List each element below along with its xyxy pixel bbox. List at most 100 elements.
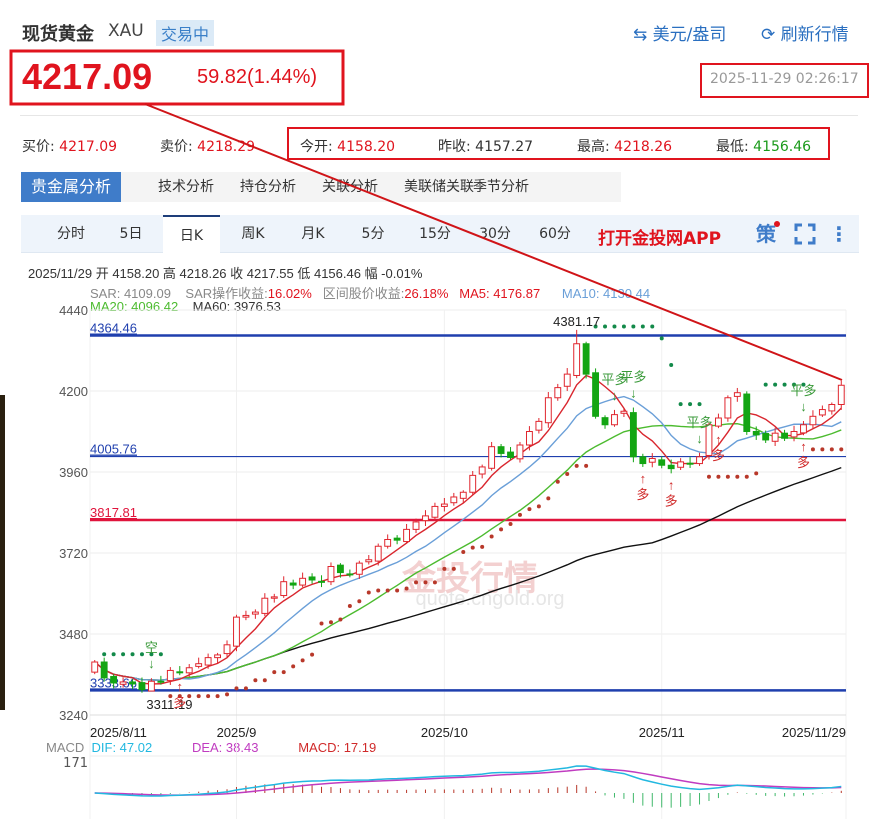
sar-dot — [338, 617, 343, 622]
sar-dot — [536, 504, 541, 509]
signal-arrow-down-icon: ↓ — [630, 386, 637, 401]
y-tick-label: 4200 — [59, 384, 88, 399]
candle — [147, 680, 155, 692]
candle — [138, 682, 146, 691]
candle — [790, 431, 798, 438]
candle — [818, 409, 826, 416]
sar-dot — [688, 402, 693, 407]
candle — [233, 616, 240, 647]
x-tick-label: 2025/10 — [421, 725, 468, 740]
sar-dot — [603, 324, 608, 329]
candle — [733, 392, 741, 397]
ma20-line — [94, 423, 842, 681]
candle — [336, 564, 344, 574]
candle — [516, 444, 524, 460]
candle — [450, 496, 458, 504]
candle — [648, 458, 656, 463]
sar-dot — [243, 686, 248, 691]
sar-dot — [357, 599, 362, 604]
sar-dot — [366, 590, 371, 595]
signal-label: 多 — [712, 448, 725, 463]
sar-dot — [310, 652, 315, 657]
sar-dot — [725, 474, 730, 479]
signal-label: 平多 — [620, 370, 646, 385]
sar-dot — [650, 324, 655, 329]
sar-dot — [839, 447, 844, 452]
price-chart[interactable]: 4440 4200 3960 3720 3480 32402025/8/11 2025/9 2… — [0, 0, 876, 819]
x-tick-label: 2025/11/29 — [782, 725, 846, 740]
level-label: 4364.46 — [90, 320, 137, 335]
candle — [431, 505, 439, 518]
signal-arrow-up-icon: ↑ — [640, 471, 647, 486]
candle — [497, 446, 505, 454]
sar-dot — [461, 549, 466, 554]
sar-dot — [442, 566, 447, 571]
signal-label: 多 — [797, 455, 810, 470]
watermark-text: quote.cngold.org — [415, 588, 564, 610]
side-image-strip — [0, 395, 5, 710]
candle — [535, 420, 543, 431]
candle — [289, 582, 297, 586]
candle — [346, 573, 354, 576]
candle — [800, 424, 807, 434]
sar-dot — [414, 580, 419, 585]
sar-dot — [489, 534, 494, 539]
sar-dot — [829, 447, 834, 452]
sar-dot — [111, 652, 116, 657]
x-tick-label: 2025/8/11 — [90, 725, 147, 740]
level-label: 3817.81 — [90, 505, 137, 520]
candle — [573, 343, 581, 376]
sar-dot — [782, 382, 787, 387]
candle — [544, 397, 552, 424]
signal-arrow-down-icon: ↓ — [148, 656, 155, 671]
candle — [355, 562, 363, 575]
candle — [507, 451, 514, 458]
sar-dot — [385, 588, 390, 593]
signal-arrow-up-icon: ↑ — [800, 439, 807, 454]
sar-dot — [234, 686, 239, 691]
sar-dot — [763, 382, 768, 387]
sar-dot — [773, 382, 778, 387]
sar-dot — [291, 664, 296, 669]
candle — [771, 432, 779, 442]
candle — [412, 521, 420, 530]
y-tick-label: 3960 — [59, 465, 88, 480]
dif-line — [94, 765, 842, 797]
candle — [403, 528, 411, 543]
candle — [752, 431, 760, 436]
candle — [223, 644, 231, 655]
sar-dot — [820, 447, 825, 452]
candle — [809, 415, 817, 426]
ma5-line — [94, 374, 842, 685]
sar-dot — [735, 474, 740, 479]
sar-dot — [404, 586, 409, 591]
candle — [176, 671, 184, 674]
candle — [478, 466, 486, 475]
candle — [318, 580, 325, 583]
candle — [724, 397, 732, 419]
candle — [384, 539, 392, 547]
candle — [743, 393, 751, 433]
candle — [611, 414, 618, 426]
candle — [620, 410, 628, 414]
candle — [781, 432, 789, 439]
x-tick-label: 2025/11 — [639, 725, 685, 740]
candle — [308, 576, 316, 581]
sar-dot — [395, 588, 400, 593]
level-label: 4005.76 — [90, 442, 137, 457]
candle — [677, 461, 685, 468]
signal-arrow-up-icon: ↑ — [668, 477, 675, 492]
candle — [828, 404, 836, 412]
sar-dot — [139, 652, 144, 657]
candle — [195, 663, 203, 667]
candle — [166, 669, 174, 682]
sar-dot — [281, 670, 286, 675]
sar-dot — [319, 621, 324, 626]
sar-dot — [272, 670, 277, 675]
sar-dot — [499, 527, 504, 532]
candle — [393, 537, 401, 541]
candle — [422, 515, 429, 522]
candle — [280, 581, 288, 597]
candle — [667, 464, 675, 470]
sar-dot — [225, 692, 230, 697]
